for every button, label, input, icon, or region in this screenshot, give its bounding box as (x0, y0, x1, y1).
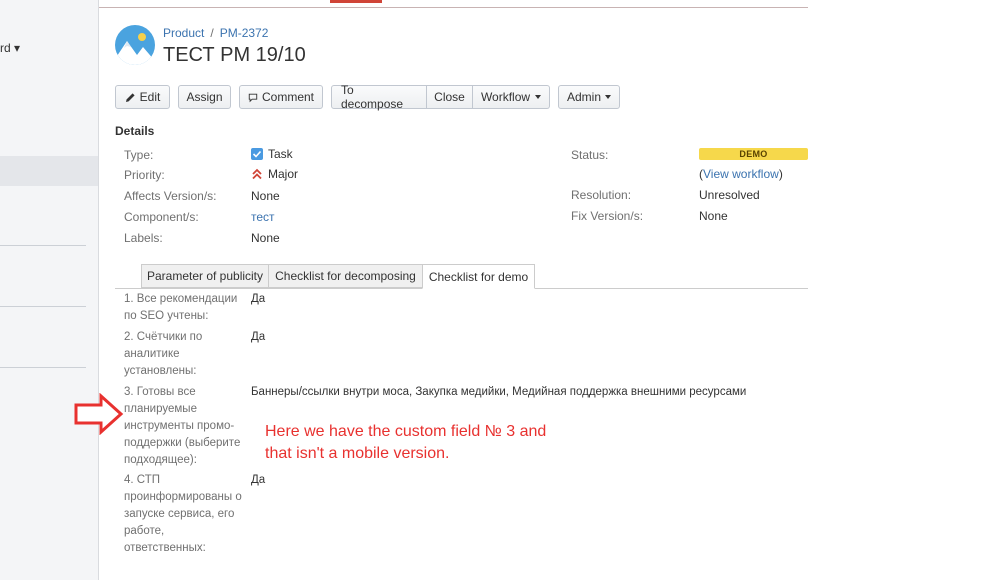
checklist-item-label: 2. Счётчики по аналитике установлены: (124, 331, 203, 377)
labels-value: None (251, 231, 280, 245)
breadcrumb: Product / PM-2372 (163, 26, 268, 40)
status-badge: DEMO (699, 148, 808, 160)
admin-dropdown-label: Admin (567, 90, 602, 104)
checklist-item-value: Да (251, 474, 266, 486)
sidebar-divider (0, 245, 86, 246)
checklist-item-label: 4. СТП проинформированы о запуске сервис… (124, 474, 242, 554)
sidebar-item-selected[interactable] (0, 156, 98, 186)
edit-button-label: Edit (139, 90, 161, 104)
priority-label: Priority: (124, 168, 165, 182)
view-workflow-close-paren: ) (778, 167, 783, 181)
labels-label: Labels: (124, 231, 163, 245)
fix-version-value: None (699, 209, 728, 223)
project-sidebar: rd ▾ (0, 0, 99, 580)
sidebar-divider (0, 367, 86, 368)
checklist-item-value: Да (251, 293, 266, 305)
assign-button[interactable]: Assign (178, 85, 231, 109)
workflow-dropdown[interactable]: Workflow (473, 85, 550, 109)
details-heading: Details (115, 124, 155, 138)
component-label: Component/s: (124, 210, 199, 224)
header-divider (99, 7, 808, 8)
project-avatar[interactable] (115, 25, 155, 65)
checklist-item-label: 3. Готовы все планируемые инструменты пр… (124, 386, 241, 466)
status-label: Status: (571, 148, 609, 162)
resolution-label: Resolution: (571, 188, 632, 202)
affects-version-label: Affects Version/s: (124, 189, 217, 203)
workflow-dropdown-label: Workflow (480, 90, 531, 104)
resolution-value: Unresolved (699, 188, 760, 202)
sidebar-board-selector[interactable]: rd ▾ (0, 41, 20, 55)
type-value-text: Task (268, 147, 293, 161)
workflow-button-group: To decompose Close Workflow (331, 83, 550, 111)
checklist-item-value: Да (251, 331, 266, 343)
fix-version-label: Fix Version/s: (571, 209, 644, 223)
view-workflow-link[interactable]: View workflow (703, 167, 779, 181)
breadcrumb-issue-key-link[interactable]: PM-2372 (220, 26, 269, 40)
tab-checklist-for-decomposing[interactable]: Checklist for decomposing (268, 264, 423, 288)
annotation-callout: Here we have the custom field № 3 and th… (265, 423, 547, 462)
assign-button-label: Assign (186, 90, 223, 104)
component-link[interactable]: тест (251, 210, 275, 224)
chevron-down-icon (605, 95, 612, 99)
type-label: Type: (124, 148, 154, 162)
checklist-item-value: Баннеры/ссылки внутри моса, Закупка меди… (251, 386, 747, 398)
sidebar-divider (0, 306, 86, 307)
admin-dropdown[interactable]: Admin (558, 85, 620, 109)
right-arrow-outline-icon (74, 393, 124, 435)
close-issue-button[interactable]: Close (427, 85, 473, 109)
comment-button[interactable]: Comment (239, 85, 323, 109)
mountain-landscape-icon (115, 25, 155, 65)
to-decompose-button[interactable]: To decompose (331, 83, 427, 111)
speech-bubble-icon (248, 93, 258, 102)
type-value: Task (251, 147, 293, 161)
issue-title[interactable]: ТЕСТ PM 19/10 (163, 44, 306, 67)
pencil-icon (125, 92, 135, 102)
priority-value-text: Major (268, 167, 299, 181)
checklist-item-label: 1. Все рекомендации по SEO учтены: (124, 293, 238, 322)
double-chevron-up-icon (252, 168, 262, 180)
breadcrumb-separator: / (210, 26, 214, 40)
tab-checklist-for-demo[interactable]: Checklist for demo (422, 264, 535, 289)
view-workflow: (View workflow) (699, 167, 783, 181)
tab-parameter-of-publicity[interactable]: Parameter of publicity (141, 264, 269, 288)
affects-version-value: None (251, 189, 280, 203)
chevron-down-icon (535, 95, 542, 99)
comment-button-label: Comment (261, 90, 314, 104)
header-accent-mark (330, 0, 382, 3)
edit-button[interactable]: Edit (115, 85, 170, 109)
breadcrumb-project-link[interactable]: Product (163, 26, 204, 40)
priority-value: Major (251, 167, 298, 181)
task-checkbox-icon (251, 148, 263, 160)
